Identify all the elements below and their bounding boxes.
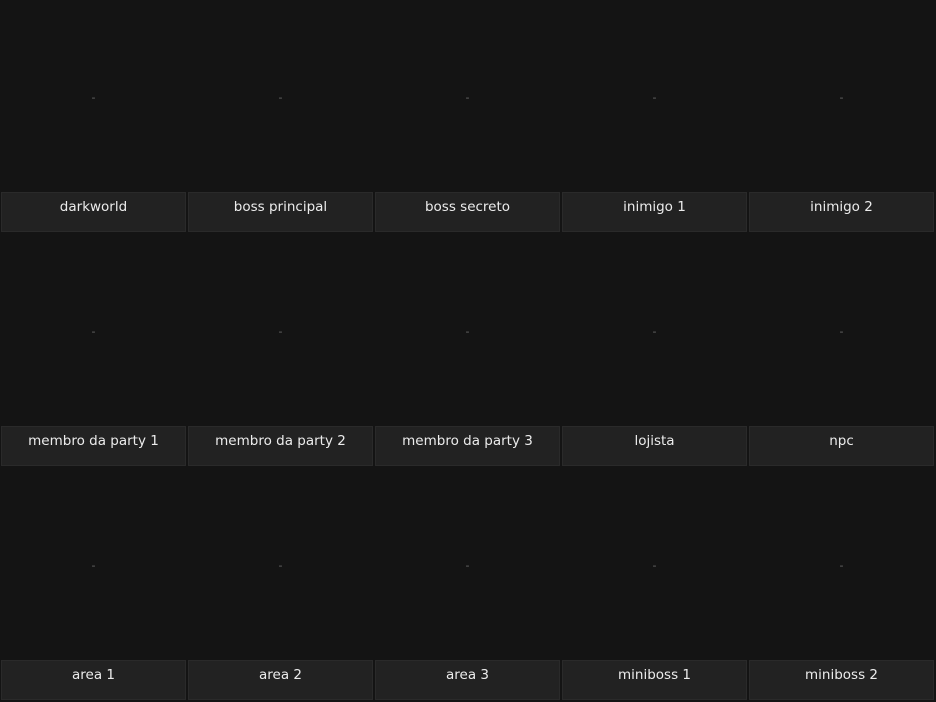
tile-placeholder: -	[278, 90, 283, 104]
tile-preview[interactable]: -	[374, 234, 561, 426]
tile-inimigo-2[interactable]: - inimigo 2	[748, 0, 935, 234]
tile-preview[interactable]: -	[748, 234, 935, 426]
tile-placeholder: -	[91, 558, 96, 572]
tile-label-button[interactable]: membro da party 3	[375, 426, 560, 466]
tile-preview[interactable]: -	[187, 468, 374, 660]
tile-label: boss secreto	[424, 199, 511, 215]
tile-label: npc	[829, 433, 854, 449]
tile-area-3[interactable]: - area 3	[374, 468, 561, 702]
tile-membro-da-party-3[interactable]: - membro da party 3	[374, 234, 561, 468]
tile-preview[interactable]: -	[187, 0, 374, 192]
tile-label-button[interactable]: area 1	[1, 660, 186, 700]
tile-npc[interactable]: - npc	[748, 234, 935, 468]
tile-label-button[interactable]: darkworld	[1, 192, 186, 232]
tile-preview[interactable]: -	[748, 468, 935, 660]
tile-area-1[interactable]: - area 1	[0, 468, 187, 702]
tile-preview[interactable]: -	[0, 0, 187, 192]
tile-placeholder: -	[91, 90, 96, 104]
tile-label-button[interactable]: miniboss 1	[562, 660, 747, 700]
tile-label: area 2	[259, 667, 302, 683]
tile-preview[interactable]: -	[0, 234, 187, 426]
tile-lojista[interactable]: - lojista	[561, 234, 748, 468]
tile-miniboss-1[interactable]: - miniboss 1	[561, 468, 748, 702]
tile-preview[interactable]: -	[0, 468, 187, 660]
tile-membro-da-party-2[interactable]: - membro da party 2	[187, 234, 374, 468]
tile-miniboss-2[interactable]: - miniboss 2	[748, 468, 935, 702]
tile-label-button[interactable]: inimigo 2	[749, 192, 934, 232]
tile-label-button[interactable]: boss principal	[188, 192, 373, 232]
tile-label-button[interactable]: membro da party 1	[1, 426, 186, 466]
tile-placeholder: -	[91, 324, 96, 338]
tile-placeholder: -	[465, 324, 470, 338]
tile-label-button[interactable]: boss secreto	[375, 192, 560, 232]
tile-placeholder: -	[652, 90, 657, 104]
tile-label: area 1	[72, 667, 115, 683]
tile-label: area 3	[446, 667, 489, 683]
tile-membro-da-party-1[interactable]: - membro da party 1	[0, 234, 187, 468]
tile-label: boss principal	[233, 199, 328, 215]
tile-preview[interactable]: -	[374, 0, 561, 192]
tile-preview[interactable]: -	[561, 234, 748, 426]
tile-placeholder: -	[839, 324, 844, 338]
tile-label: miniboss 2	[805, 667, 878, 683]
track-grid: - darkworld - boss principal - boss secr…	[0, 0, 936, 702]
tile-placeholder: -	[839, 90, 844, 104]
tile-placeholder: -	[839, 558, 844, 572]
tile-label-button[interactable]: lojista	[562, 426, 747, 466]
tile-boss-secreto[interactable]: - boss secreto	[374, 0, 561, 234]
tile-placeholder: -	[652, 324, 657, 338]
tile-label: membro da party 2	[215, 433, 346, 449]
tile-label: darkworld	[59, 199, 128, 215]
tile-label: inimigo 2	[810, 199, 873, 215]
tile-placeholder: -	[278, 558, 283, 572]
tile-area-2[interactable]: - area 2	[187, 468, 374, 702]
tile-preview[interactable]: -	[187, 234, 374, 426]
tile-label-button[interactable]: area 2	[188, 660, 373, 700]
tile-placeholder: -	[652, 558, 657, 572]
tile-label-button[interactable]: membro da party 2	[188, 426, 373, 466]
tile-placeholder: -	[465, 90, 470, 104]
tile-label-button[interactable]: area 3	[375, 660, 560, 700]
tile-label-button[interactable]: inimigo 1	[562, 192, 747, 232]
tile-preview[interactable]: -	[748, 0, 935, 192]
tile-label: lojista	[634, 433, 675, 449]
tile-inimigo-1[interactable]: - inimigo 1	[561, 0, 748, 234]
tile-darkworld[interactable]: - darkworld	[0, 0, 187, 234]
tile-label: membro da party 3	[402, 433, 533, 449]
tile-preview[interactable]: -	[561, 0, 748, 192]
tile-label-button[interactable]: npc	[749, 426, 934, 466]
tile-label: miniboss 1	[618, 667, 691, 683]
tile-label: inimigo 1	[623, 199, 686, 215]
tile-preview[interactable]: -	[561, 468, 748, 660]
tile-label-button[interactable]: miniboss 2	[749, 660, 934, 700]
tile-label: membro da party 1	[28, 433, 159, 449]
tile-placeholder: -	[278, 324, 283, 338]
tile-preview[interactable]: -	[374, 468, 561, 660]
tile-boss-principal[interactable]: - boss principal	[187, 0, 374, 234]
tile-placeholder: -	[465, 558, 470, 572]
